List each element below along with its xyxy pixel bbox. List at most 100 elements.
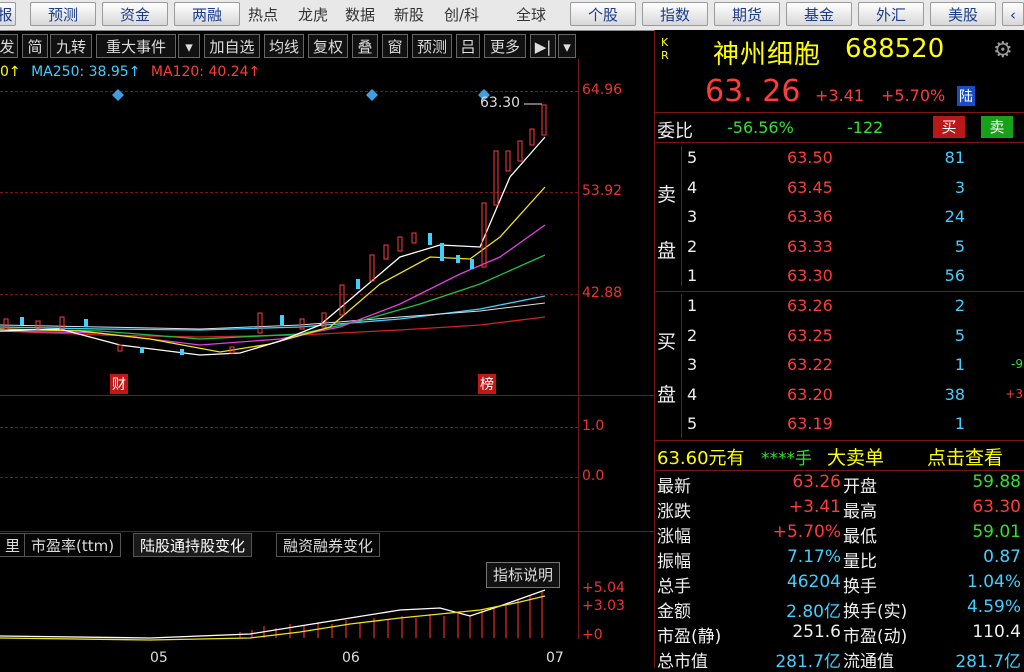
price-axis-label: 64.96 xyxy=(582,82,623,98)
stats-row: 市盈(静) 251.6 市盈(动) 110.4 xyxy=(655,621,1024,647)
order-change: -9 xyxy=(1011,357,1023,371)
order-row[interactable]: 2 63.25 5 xyxy=(655,322,1024,351)
stat-label: 流通值 xyxy=(843,652,894,672)
candle xyxy=(529,128,535,146)
nav-button-funds[interactable]: 基金 xyxy=(786,2,852,26)
nav-link-ipo[interactable]: 新股 xyxy=(394,2,424,28)
nav-button-report[interactable]: 报 xyxy=(0,2,16,26)
tab-li[interactable]: 里 xyxy=(0,533,28,557)
bang-marker[interactable]: 榜 xyxy=(478,374,496,394)
panel-divider xyxy=(0,395,654,396)
gear-icon[interactable]: ⚙ xyxy=(993,38,1013,63)
candle xyxy=(505,150,511,172)
toolbar-ma[interactable]: 均线 xyxy=(264,34,304,58)
price-change-pct: +5.70% xyxy=(881,86,946,105)
forward-icon[interactable]: ▶| xyxy=(530,34,556,58)
buy-button[interactable]: 买 xyxy=(933,116,965,138)
candle xyxy=(356,279,360,289)
tab-pe-ttm[interactable]: 市盈率(ttm) xyxy=(24,533,122,557)
order-volume: 24 xyxy=(944,207,965,226)
nav-button-index[interactable]: 指数 xyxy=(642,2,708,26)
max-price-label: 63.30 xyxy=(480,95,521,111)
stat-value: 0.87 xyxy=(983,547,1021,567)
stat-label: 最低 xyxy=(843,527,877,547)
toolbar-lv[interactable]: 吕 xyxy=(456,34,480,58)
toolbar-window[interactable]: 窗 xyxy=(382,34,408,58)
order-price: 63.20 xyxy=(787,384,833,404)
nav-scroll-button[interactable]: ‹ xyxy=(1002,2,1024,26)
holding-line-white xyxy=(0,589,546,639)
toolbar-add-watch[interactable]: 加自选 xyxy=(204,34,260,58)
candle xyxy=(59,316,65,330)
nav-link-data[interactable]: 数据 xyxy=(345,2,375,28)
toolbar-nine-turn[interactable]: 九转 xyxy=(50,34,92,58)
nav-link-dragon[interactable]: 龙虎 xyxy=(298,2,328,28)
nav-link-hot[interactable]: 热点 xyxy=(248,2,278,28)
nav-button-forecast[interactable]: 预测 xyxy=(30,2,96,26)
toolbar-major-events[interactable]: 重大事件 xyxy=(96,34,176,58)
stat-value: 2.80亿 xyxy=(786,602,841,622)
order-change: +3 xyxy=(1005,386,1023,401)
order-row[interactable]: 3 63.22 1 -9 xyxy=(655,351,1024,380)
order-row[interactable]: 5 63.19 1 xyxy=(655,410,1024,439)
candle xyxy=(493,150,499,206)
toolbar-more-dropdown[interactable]: ▾ xyxy=(558,34,576,58)
order-row[interactable]: 4 63.20 38 +3 xyxy=(655,381,1024,410)
order-row[interactable]: 4 63.45 3 xyxy=(655,174,1024,203)
nav-link-star[interactable]: 创/科 xyxy=(444,2,479,28)
toolbar-fa[interactable]: 发 xyxy=(0,34,18,58)
toolbar-adjust[interactable]: 复权 xyxy=(308,34,348,58)
nav-button-us[interactable]: 美股 xyxy=(930,2,996,26)
order-level: 2 xyxy=(687,325,698,345)
stat-value: 46204 xyxy=(786,572,841,592)
tab-margin-trading[interactable]: 融资融券变化 xyxy=(276,533,381,557)
candle xyxy=(180,349,184,355)
nav-button-capital[interactable]: 资金 xyxy=(102,2,168,26)
candle xyxy=(280,315,284,325)
chart-toolbar: 发 简 九转 重大事件 ▾ 加自选 均线 复权 叠 窗 预测 吕 更多 ▶| ▾ xyxy=(0,33,578,59)
sell-button[interactable]: 卖 xyxy=(981,116,1013,138)
cai-marker[interactable]: 财 xyxy=(110,374,128,394)
nav-button-stocks[interactable]: 个股 xyxy=(570,2,636,26)
toolbar-simple[interactable]: 简 xyxy=(22,34,48,58)
indicator-axis-label: 0.0 xyxy=(582,468,605,484)
nav-button-forex[interactable]: 外汇 xyxy=(858,2,924,26)
toolbar-forecast[interactable]: 预测 xyxy=(412,34,452,58)
candle xyxy=(440,243,444,261)
stats-row: 最新 63.26 开盘 59.88 xyxy=(655,471,1024,497)
order-price: 63.45 xyxy=(787,177,833,197)
stats-row: 金额 2.80亿 换手(实) 4.59% xyxy=(655,596,1024,622)
tab-northbound[interactable]: 陆股通持股变化 xyxy=(133,533,253,557)
candle xyxy=(383,244,389,260)
order-volume: 5 xyxy=(954,325,965,345)
stat-label: 总手 xyxy=(657,577,691,597)
price-axis-label: 42.88 xyxy=(582,285,623,301)
toolbar-events-dropdown[interactable]: ▾ xyxy=(178,34,200,58)
toolbar-overlay[interactable]: 叠 xyxy=(352,34,378,58)
stat-label: 量比 xyxy=(843,552,877,572)
northbound-chart[interactable] xyxy=(0,580,578,642)
stat-value: 281.7亿 xyxy=(955,652,1021,672)
big-order-link[interactable]: 点击查看 xyxy=(927,443,1003,470)
order-row[interactable]: 2 63.33 5 xyxy=(655,233,1024,262)
stat-value: 63.30 xyxy=(972,497,1021,517)
order-level: 1 xyxy=(687,296,698,315)
current-price: 63. 26 xyxy=(705,74,801,109)
toolbar-more[interactable]: 更多 xyxy=(484,34,526,58)
stat-label: 最高 xyxy=(843,502,877,522)
nav-link-global[interactable]: 全球 xyxy=(516,2,546,28)
axis-divider xyxy=(578,59,579,639)
nav-button-margin[interactable]: 两融 xyxy=(174,2,240,26)
stat-label: 换手 xyxy=(843,577,877,597)
order-volume: 3 xyxy=(954,177,965,197)
order-row[interactable]: 1 63.26 2 xyxy=(655,292,1024,321)
nav-button-futures[interactable]: 期货 xyxy=(714,2,780,26)
order-row[interactable]: 3 63.36 24 xyxy=(655,203,1024,232)
order-row[interactable]: 5 63.50 81 xyxy=(655,144,1024,173)
ma-line-white xyxy=(0,136,546,356)
stat-label: 涨幅 xyxy=(657,527,691,547)
stat-label: 开盘 xyxy=(843,477,877,497)
order-row[interactable]: 1 63.30 56 xyxy=(655,262,1024,291)
indicator-axis-label: 1.0 xyxy=(582,418,605,434)
event-marker xyxy=(366,89,378,101)
